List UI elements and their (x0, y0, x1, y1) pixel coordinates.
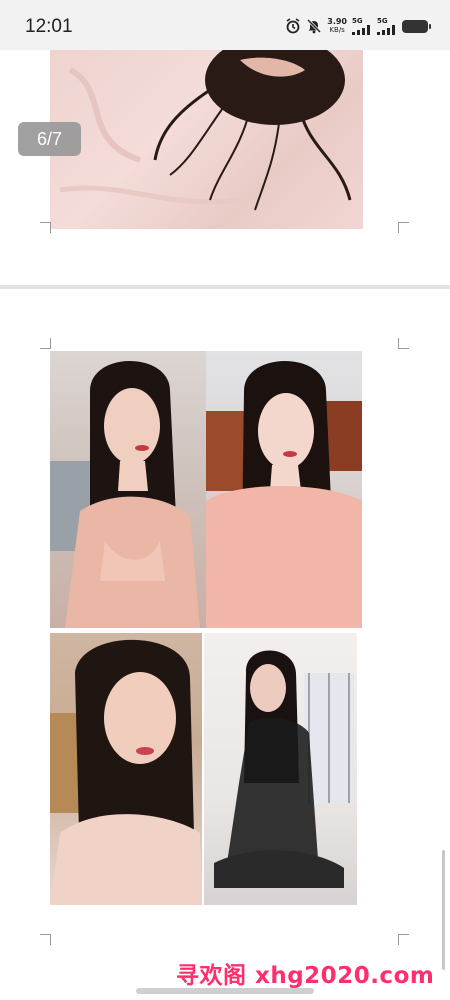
page-divider (0, 285, 450, 289)
crop-mark (40, 934, 51, 945)
photo-top-left[interactable] (50, 351, 206, 628)
hair-illustration (59, 50, 352, 211)
signal-1-label: 5G (352, 17, 363, 25)
portrait-illustration (50, 361, 200, 628)
status-bar: 12:01 3.90 KB/s 5G 5G (0, 0, 450, 50)
photo-bottom-right[interactable] (204, 633, 357, 905)
net-speed-value: 3.90 (327, 17, 347, 26)
signal-5g-icon: 5G (352, 17, 372, 35)
net-speed: 3.90 KB/s (327, 17, 347, 35)
site-watermark: 寻欢阁 xhg2020.com (176, 963, 435, 989)
net-speed-unit: KB/s (329, 26, 345, 34)
alarm-icon (286, 18, 300, 34)
status-time: 12:01 (25, 16, 73, 37)
crop-mark (398, 222, 409, 233)
portrait-illustration (206, 361, 362, 628)
crop-mark (398, 934, 409, 945)
signal-2-label: 5G (377, 17, 388, 25)
portrait-illustration (214, 650, 354, 888)
status-icons: 3.90 KB/s 5G 5G (285, 15, 431, 37)
home-indicator[interactable] (136, 988, 314, 994)
portrait-illustration (50, 639, 202, 905)
crop-mark (398, 338, 409, 349)
image-counter: 6/7 (18, 122, 81, 156)
battery-icon (402, 19, 431, 33)
crop-mark (40, 222, 51, 233)
photo-bottom-left[interactable] (50, 633, 202, 905)
signal-5g-icon: 5G (377, 17, 397, 35)
photo-hair-on-sheet[interactable] (50, 50, 363, 229)
bell-muted-icon (307, 18, 322, 34)
photo-top-right[interactable] (206, 351, 362, 628)
scrollbar[interactable] (442, 850, 445, 970)
crop-mark (40, 338, 51, 349)
